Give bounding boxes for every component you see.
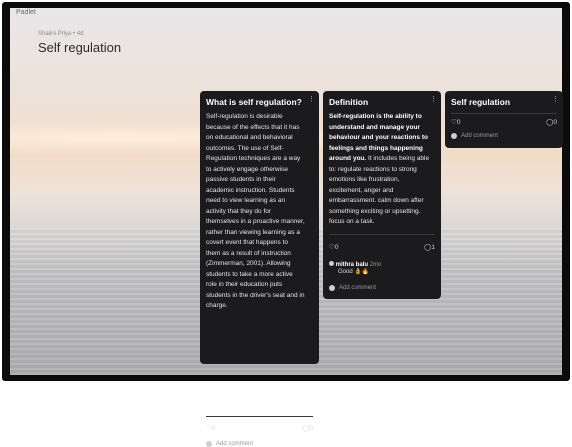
divider bbox=[206, 416, 313, 417]
post-body-line: to: regulate reactions to strong bbox=[329, 165, 417, 173]
post-body-line: emotions like frustration, bbox=[329, 176, 400, 183]
post-body-line: on educational and behavioral bbox=[206, 134, 293, 141]
like-button[interactable]: ♡0 bbox=[329, 243, 338, 251]
comment-count: 1 bbox=[431, 244, 435, 251]
post-body-line: role in their education puts bbox=[206, 281, 283, 288]
post-body-line: them as a result of instruction bbox=[206, 249, 291, 257]
post-body-line: students in the driver's seat and in bbox=[206, 291, 305, 299]
like-button[interactable]: ♡0 bbox=[206, 424, 215, 432]
post-body-line: passive students in their bbox=[206, 176, 276, 183]
user-avatar-icon bbox=[329, 285, 335, 291]
like-count: 0 bbox=[456, 119, 461, 126]
add-comment-label: Add comment bbox=[216, 441, 254, 447]
post-title: What is self regulation? bbox=[206, 97, 302, 107]
comment-count-button[interactable]: ◯0 bbox=[302, 424, 313, 432]
post-body-line: something exciting or upsetting. bbox=[329, 207, 421, 215]
post-body-line: Regulation techniques are a way bbox=[206, 155, 301, 162]
board-title: Self regulation bbox=[38, 40, 122, 55]
board-meta: Shalini Priya • 4d bbox=[38, 31, 84, 37]
user-avatar-icon bbox=[329, 261, 334, 266]
kebab-menu-icon[interactable]: ⋮ bbox=[552, 95, 559, 103]
comment-item: mithra balu 2mo Good 👌🔥 bbox=[329, 261, 435, 275]
like-button[interactable]: ♡0 bbox=[451, 118, 460, 126]
like-count: 0 bbox=[334, 244, 339, 251]
post-body-line: outcomes. The use of Self- bbox=[206, 144, 284, 152]
post-body-line: need to view learning as an bbox=[206, 197, 286, 204]
post-body: Self-regulation is desirable because of t… bbox=[206, 112, 316, 312]
add-comment-button[interactable]: Add comment bbox=[451, 133, 498, 139]
reactions-row: ♡0 ◯0 bbox=[206, 424, 313, 434]
reactions-row: ♡0 ◯1 bbox=[329, 243, 435, 253]
post-body-line: understand and manage your bbox=[329, 123, 421, 131]
post-body-line: charge. bbox=[206, 302, 228, 309]
post-title: Definition bbox=[329, 97, 369, 107]
post-card-self-regulation[interactable]: Self regulation ⋮ ♡0 ◯0 Add comment bbox=[445, 91, 563, 148]
post-body-line: Self-regulation is desirable bbox=[206, 113, 283, 120]
user-avatar-icon bbox=[206, 441, 212, 447]
post-body-line: behaviour and your reactions to bbox=[329, 134, 428, 141]
post-card-definition[interactable]: Definition ⋮ Self-regulation is the abil… bbox=[323, 91, 441, 299]
post-body-line: rather than viewing learning as a bbox=[206, 228, 300, 236]
add-comment-button[interactable]: Add comment bbox=[329, 285, 376, 291]
post-body-line: Self-regulation is the ability to bbox=[329, 113, 422, 120]
post-title: Self regulation bbox=[451, 97, 511, 107]
user-avatar-icon bbox=[451, 133, 457, 139]
post-body-line: covert event that happens to bbox=[206, 239, 289, 246]
post-body-line: around you. It includes being able bbox=[329, 155, 430, 162]
comment-text: Good 👌🔥 bbox=[338, 269, 370, 275]
add-comment-label: Add comment bbox=[339, 285, 377, 291]
post-body-line: because of the effects that it has bbox=[206, 123, 300, 131]
comment-count: 0 bbox=[309, 425, 313, 432]
reactions-row: ♡0 ◯0 bbox=[451, 118, 557, 128]
post-card-what-is[interactable]: What is self regulation? ⋮ Self-regulati… bbox=[200, 91, 319, 447]
kebab-menu-icon[interactable]: ⋮ bbox=[430, 95, 437, 103]
post-body-line: to actively engage otherwise bbox=[206, 165, 289, 173]
post-body-line: academic instruction. Students bbox=[206, 186, 295, 194]
comment-count: 0 bbox=[553, 119, 557, 126]
post-body: Self-regulation is the ability to underst… bbox=[329, 112, 439, 228]
comment-count-button[interactable]: ◯1 bbox=[424, 243, 435, 251]
comment-time: 2mo bbox=[369, 262, 382, 268]
divider bbox=[329, 234, 435, 235]
post-body-line: focus on a task. bbox=[329, 218, 375, 225]
add-comment-button[interactable]: Add comment bbox=[206, 441, 253, 447]
kebab-menu-icon[interactable]: ⋮ bbox=[308, 95, 315, 103]
post-body-line: embarrassment. calm down after bbox=[329, 197, 424, 204]
post-body-line: students to take a more active bbox=[206, 270, 293, 278]
comment-count-button[interactable]: ◯0 bbox=[546, 118, 557, 126]
divider bbox=[451, 113, 557, 114]
post-body-line: excitement, anger and bbox=[329, 186, 394, 194]
app-logo[interactable]: Padlet bbox=[16, 9, 36, 16]
post-body-line: activity that they do for bbox=[206, 207, 272, 215]
post-body-line: feelings and things happening bbox=[329, 144, 423, 152]
post-body-line: themselves in a proactive manner, bbox=[206, 218, 305, 225]
add-comment-label: Add comment bbox=[461, 133, 499, 139]
post-body-line: (Zimmerman, 2001). Allowing bbox=[206, 260, 291, 267]
like-count: 0 bbox=[211, 425, 216, 432]
